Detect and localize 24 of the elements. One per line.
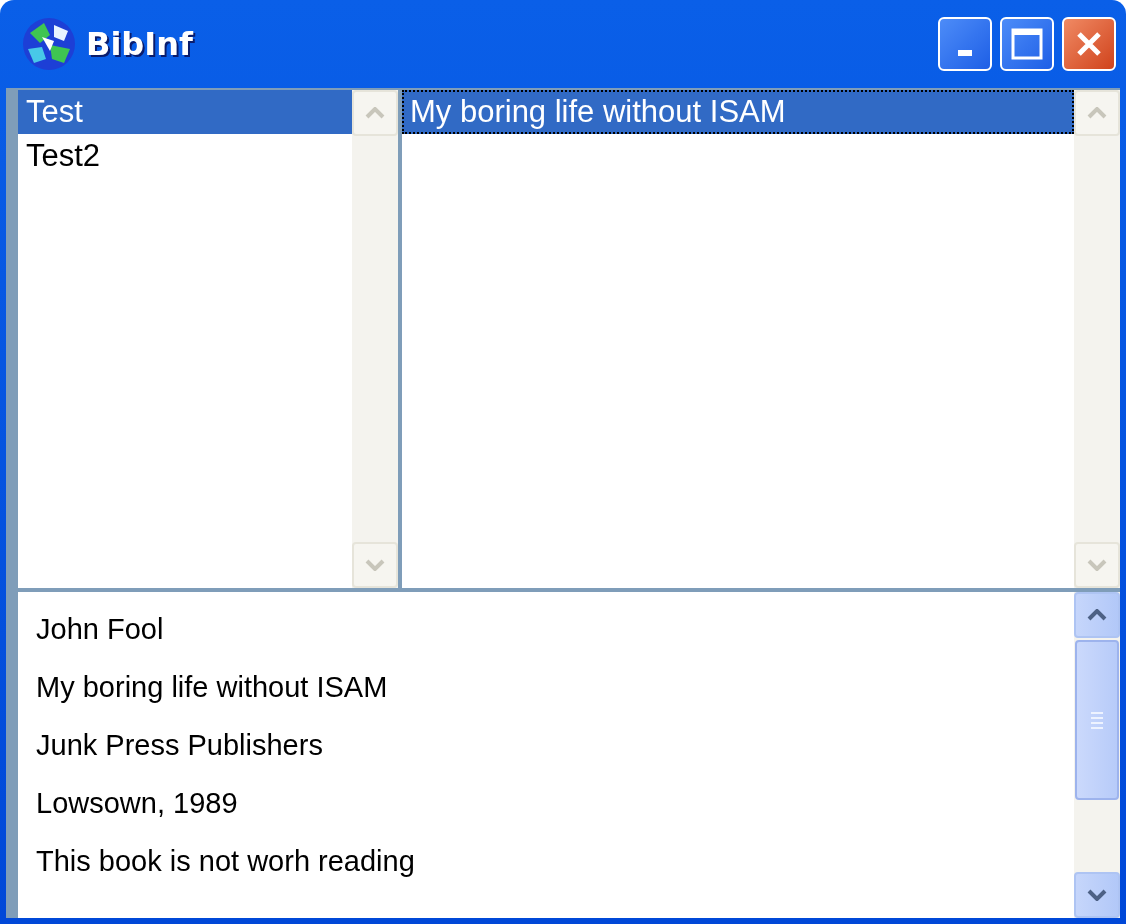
list-item[interactable]: Test2 [18, 134, 352, 178]
detail-text: This book is not worh reading [35, 844, 416, 879]
list-item[interactable]: Test [18, 90, 352, 134]
globe-icon [20, 15, 78, 73]
chevron-down-icon [1087, 559, 1107, 571]
maximize-button[interactable] [1000, 17, 1054, 71]
scroll-up-button[interactable] [1074, 592, 1120, 638]
chevron-up-icon [365, 107, 385, 119]
detail-text: Lowsown, 1989 [35, 786, 239, 821]
scroll-thumb[interactable] [1075, 640, 1119, 800]
chevron-up-icon [1087, 609, 1107, 621]
scroll-down-button[interactable] [1074, 872, 1120, 918]
detail-text: Junk Press Publishers [35, 728, 324, 763]
list-item[interactable]: My boring life without ISAM [402, 90, 1074, 134]
chevron-down-icon [1087, 889, 1107, 901]
minimize-icon [958, 50, 972, 56]
detail-text: My boring life without ISAM [35, 670, 389, 705]
close-button[interactable] [1062, 17, 1116, 71]
maximize-icon [1010, 27, 1044, 61]
detail-text: John Fool [35, 612, 165, 647]
window-title: BibInf [86, 24, 195, 65]
minimize-button[interactable] [938, 17, 992, 71]
chevron-up-icon [1087, 107, 1107, 119]
chevron-down-icon [365, 559, 385, 571]
